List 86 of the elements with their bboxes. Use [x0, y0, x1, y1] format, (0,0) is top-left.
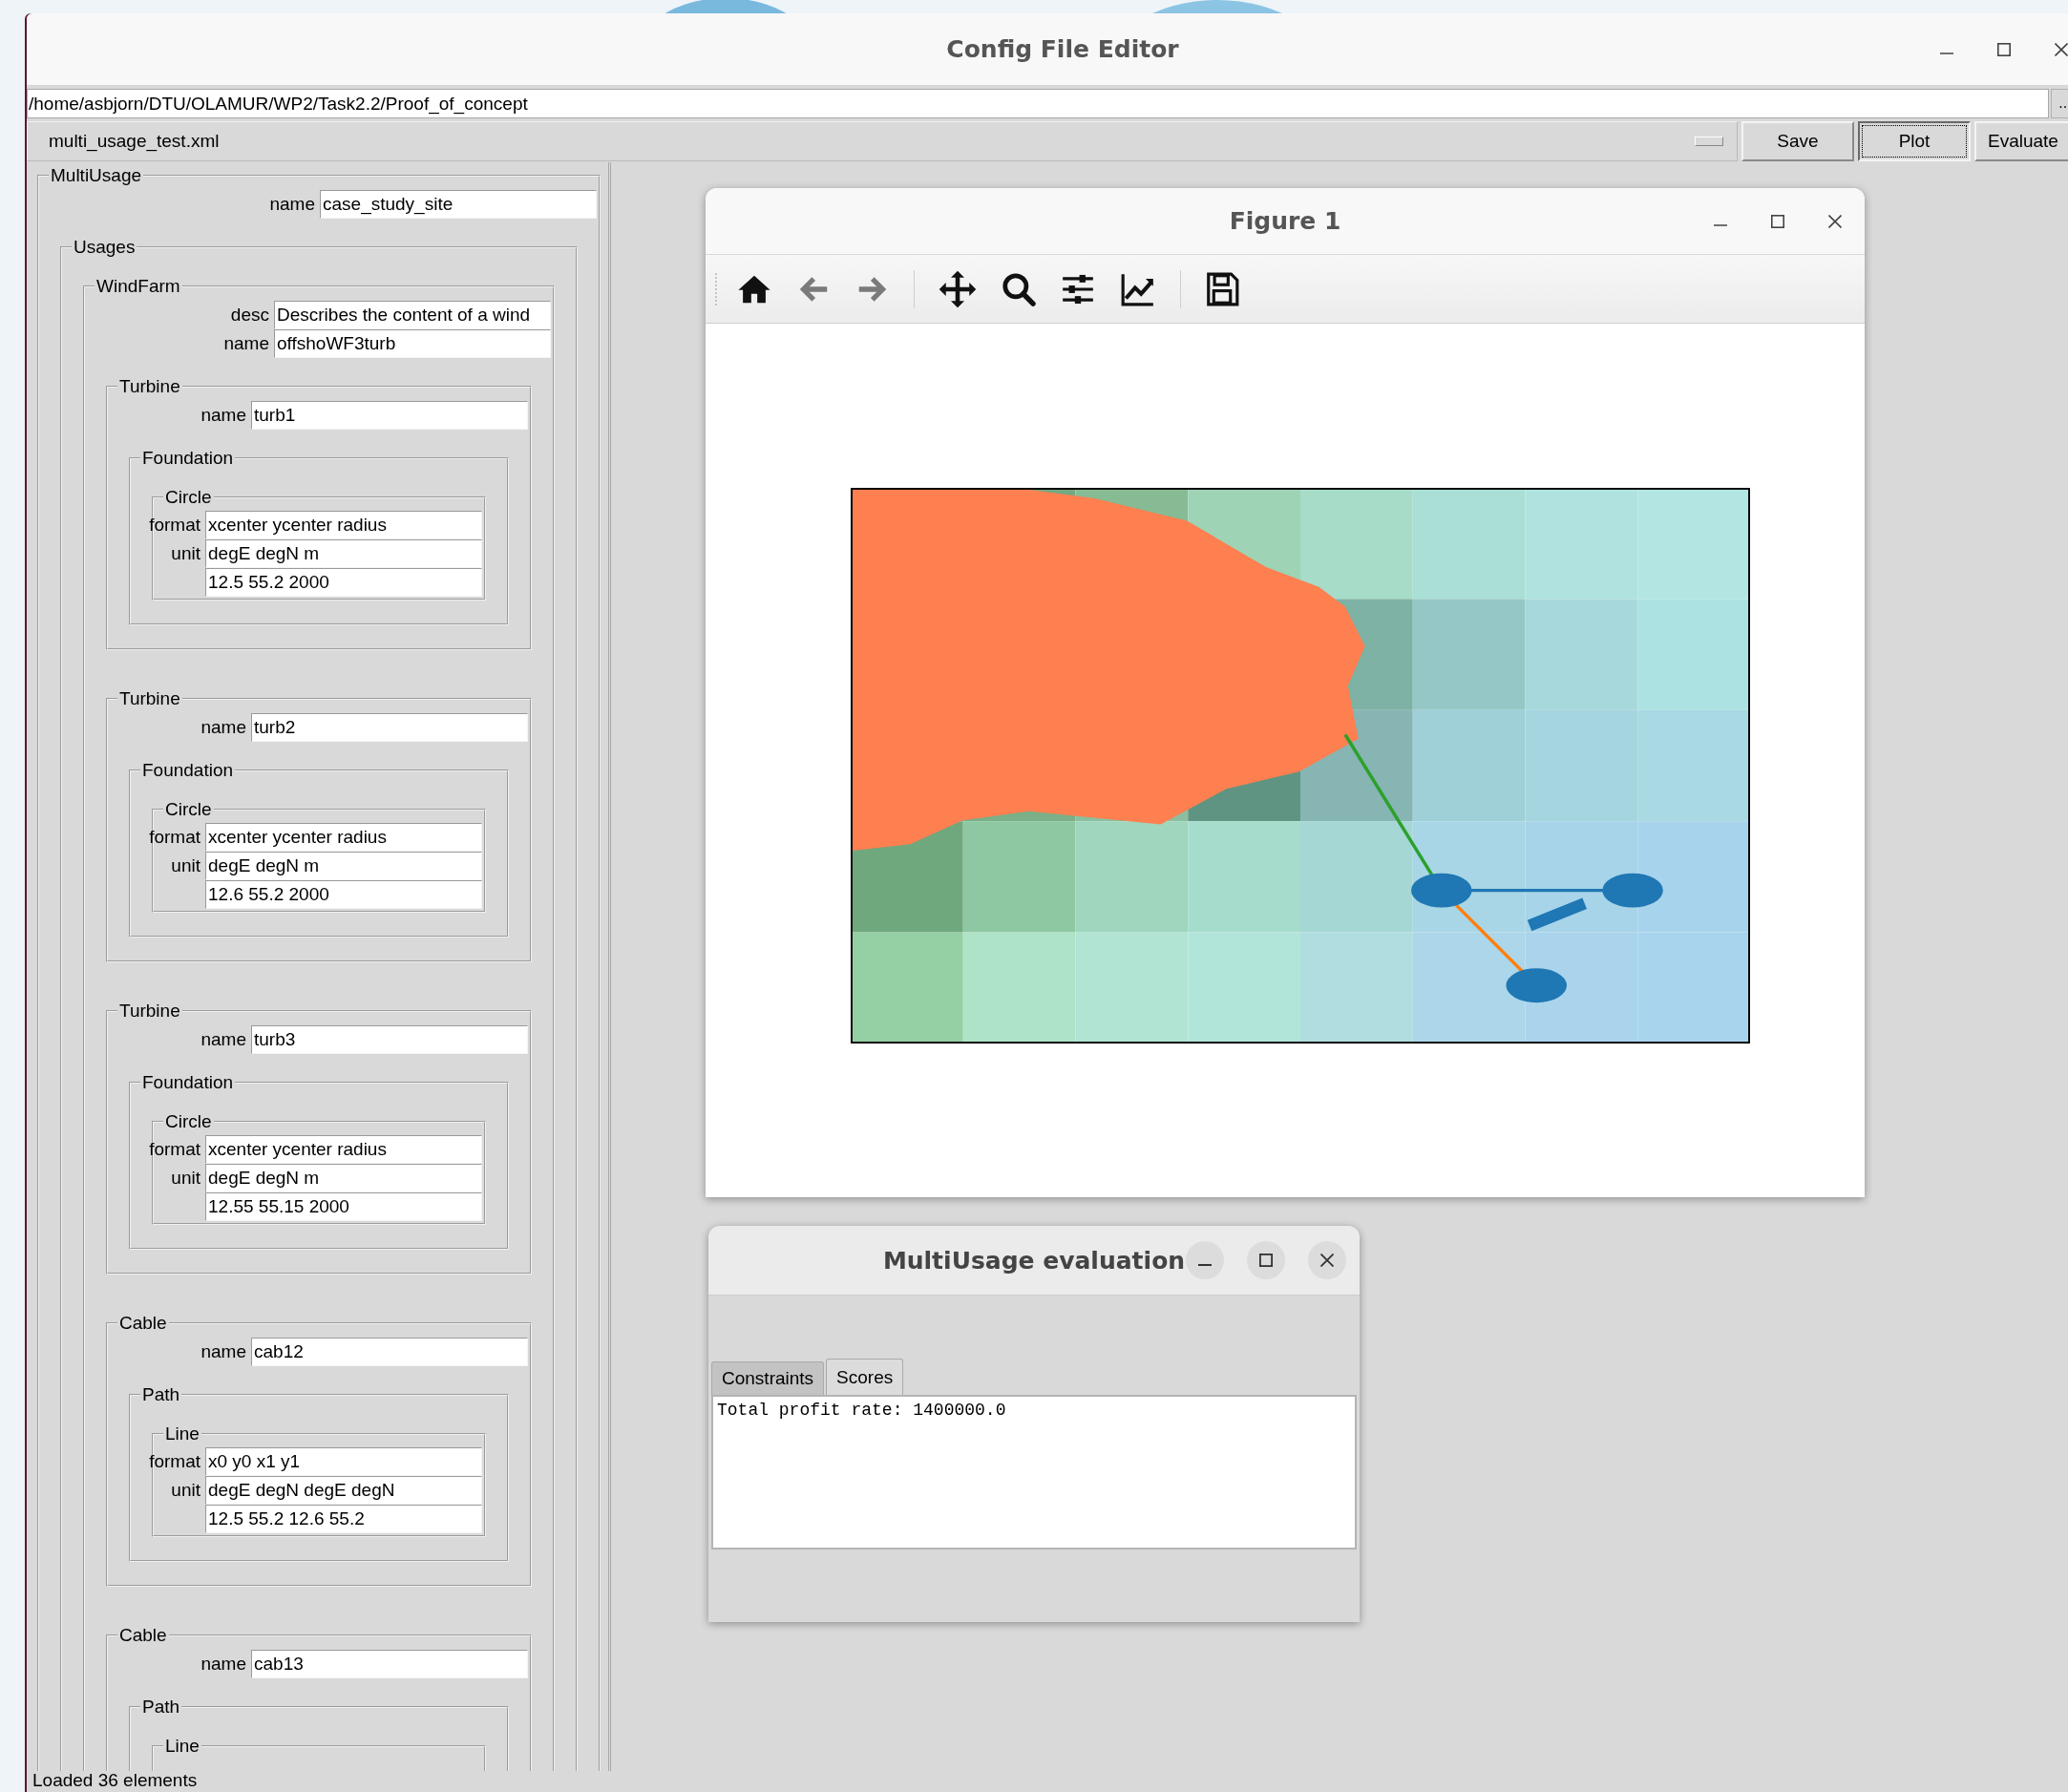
- file-selector[interactable]: multi_usage_test.xml: [27, 121, 1738, 161]
- minimize-icon[interactable]: [1714, 223, 1727, 226]
- field-label: format: [149, 1139, 200, 1160]
- field-label: unit: [171, 1168, 200, 1189]
- maximize-button[interactable]: [1247, 1241, 1285, 1279]
- dropdown-indicator-icon: [1695, 137, 1723, 146]
- group-label: Cable: [118, 1625, 168, 1646]
- action-button[interactable]: Plot: [1858, 121, 1971, 161]
- group-label: Turbine: [118, 376, 181, 397]
- group-label: Path: [141, 1697, 181, 1718]
- group-label: Turbine: [118, 1001, 181, 1022]
- field-label: format: [149, 515, 200, 536]
- file-name: multi_usage_test.xml: [49, 131, 220, 152]
- text-field[interactable]: case_study_site: [320, 190, 597, 219]
- minimize-icon: [1198, 1264, 1212, 1266]
- field-label: format: [149, 1451, 200, 1472]
- group-label: Cable: [118, 1313, 168, 1334]
- field-label: desc: [230, 305, 269, 326]
- text-field[interactable]: x0 y0 x1 y1: [205, 1447, 482, 1476]
- field-label: name: [223, 333, 269, 354]
- group-label: Circle: [164, 1111, 213, 1132]
- maximize-icon: [1259, 1254, 1273, 1267]
- minimize-icon[interactable]: [1940, 52, 1953, 54]
- group-label: Turbine: [118, 688, 181, 709]
- field-label: name: [200, 1341, 246, 1362]
- move-arrows-icon[interactable]: [938, 268, 978, 309]
- text-field[interactable]: cab13: [251, 1650, 528, 1678]
- group-label: Line: [164, 1736, 200, 1757]
- field-label: name: [269, 194, 315, 215]
- text-field[interactable]: degE degN m: [205, 1164, 482, 1192]
- text-field[interactable]: cab12: [251, 1338, 528, 1366]
- text-field[interactable]: degE degN degE degN: [205, 1476, 482, 1505]
- turbine-marker: [1506, 968, 1567, 1003]
- search-icon[interactable]: [1001, 270, 1037, 307]
- field-label: unit: [171, 855, 200, 876]
- text-field[interactable]: xcenter ycenter radius: [205, 823, 482, 852]
- text-field[interactable]: turb2: [251, 713, 528, 742]
- group-label: Foundation: [141, 760, 235, 781]
- path-field[interactable]: /home/asbjorn/DTU/OLAMUR/WP2/Task2.2/Proof_of_concept: [27, 88, 2049, 118]
- field-label: name: [200, 1654, 246, 1675]
- text-field[interactable]: offshoWF3turb: [274, 329, 551, 358]
- field-label: unit: [171, 1480, 200, 1501]
- close-icon[interactable]: [1828, 214, 1842, 228]
- text-field[interactable]: xcenter ycenter radius: [205, 1135, 482, 1164]
- text-field[interactable]: 12.55 55.15 2000: [205, 1192, 482, 1221]
- status-text: Loaded 36 elements: [32, 1771, 199, 1790]
- action-button[interactable]: Evaluate: [1974, 121, 2068, 161]
- text-field[interactable]: degE degN m: [205, 539, 482, 568]
- field-label: name: [200, 717, 246, 738]
- browse-button[interactable]: ...: [2051, 88, 2068, 118]
- group-label: Foundation: [141, 1072, 235, 1093]
- field-label: unit: [171, 543, 200, 564]
- tab[interactable]: Constraints: [711, 1361, 825, 1395]
- group-label: Circle: [164, 487, 213, 508]
- maximize-icon[interactable]: [1997, 42, 2011, 56]
- group-label: WindFarm: [95, 276, 181, 297]
- window-title: MultiUsage evaluation: [882, 1246, 1186, 1275]
- close-icon: [1320, 1254, 1334, 1267]
- output-text: Total profit rate: 1400000.0: [717, 1401, 1006, 1420]
- text-field[interactable]: 12.6 55.2 2000: [205, 880, 482, 909]
- window-title: Config File Editor: [946, 35, 1179, 63]
- group-label: Path: [141, 1384, 181, 1405]
- close-icon[interactable]: [2055, 42, 2068, 56]
- group-label: Line: [164, 1423, 200, 1444]
- turbine-marker: [1411, 873, 1472, 908]
- text-field[interactable]: 12.5 55.2 12.6 55.2: [205, 1505, 482, 1533]
- group-label: MultiUsage: [50, 165, 143, 186]
- turbine-marker: [1602, 873, 1663, 908]
- text-field[interactable]: 12.5 55.2 2000: [205, 568, 482, 597]
- maximize-icon[interactable]: [1771, 214, 1784, 228]
- text-field[interactable]: xcenter ycenter radius: [205, 511, 482, 539]
- group-label: Circle: [164, 799, 213, 820]
- text-field[interactable]: turb3: [251, 1025, 528, 1054]
- field-label: format: [149, 827, 200, 848]
- window-title: Figure 1: [1229, 207, 1341, 235]
- field-label: name: [200, 405, 246, 426]
- field-label: name: [200, 1029, 246, 1050]
- group-label: Usages: [73, 237, 137, 258]
- tab[interactable]: Scores: [826, 1359, 904, 1395]
- group-label: Foundation: [141, 448, 235, 469]
- text-field[interactable]: turb1: [251, 401, 528, 430]
- text-field[interactable]: degE degN m: [205, 852, 482, 880]
- action-button[interactable]: Save: [1741, 121, 1854, 161]
- close-button[interactable]: [1308, 1241, 1346, 1279]
- save-icon[interactable]: [1204, 270, 1240, 307]
- text-field[interactable]: Describes the content of a wind: [274, 301, 551, 329]
